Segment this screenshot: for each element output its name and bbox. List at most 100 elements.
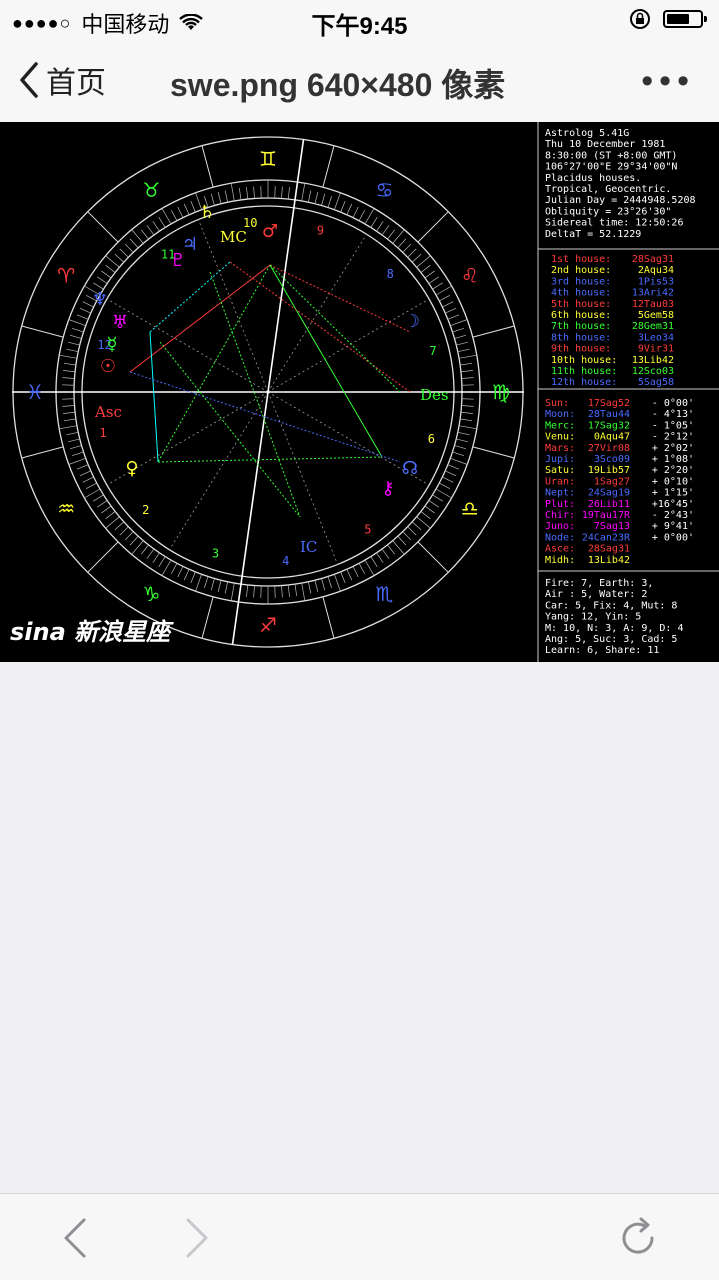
aspect-line xyxy=(157,456,383,463)
house-label: 11th house: xyxy=(551,366,617,377)
degree-tick xyxy=(158,556,166,567)
house-number: 7 xyxy=(429,344,436,358)
degree-tick xyxy=(456,341,468,346)
degree-tick xyxy=(63,418,76,422)
chevron-left-icon xyxy=(64,1218,86,1258)
planet-position: 13Lib42 xyxy=(588,555,630,566)
house-number: 1 xyxy=(99,426,106,440)
watermark: sina 新浪星座 xyxy=(10,618,174,646)
planet-aspect: + 1°08' xyxy=(652,454,694,465)
reload-button[interactable] xyxy=(614,1214,662,1262)
back-button[interactable]: 首页 xyxy=(18,58,106,102)
degree-tick xyxy=(246,187,249,200)
chevron-left-icon xyxy=(20,62,38,98)
planet-position: 26Lib11 xyxy=(588,499,630,510)
browser-back-button[interactable] xyxy=(52,1214,100,1262)
degree-tick xyxy=(402,531,412,541)
degree-tick xyxy=(76,464,89,470)
degree-tick xyxy=(84,488,101,499)
degree-tick xyxy=(146,225,155,236)
house-label: 3rd house: xyxy=(551,276,611,287)
degree-tick xyxy=(140,229,149,240)
degree-tick xyxy=(69,334,82,339)
degree-tick xyxy=(461,377,474,379)
info-line: Julian Day = 2444948.5208 xyxy=(545,195,696,206)
degree-tick xyxy=(416,516,431,529)
house-value: 12Sco03 xyxy=(632,366,674,377)
degree-tick xyxy=(321,578,326,591)
degree-tick xyxy=(352,566,359,578)
degree-tick xyxy=(314,580,319,592)
degree-tick xyxy=(439,294,451,302)
house-cusp xyxy=(267,234,367,393)
browser-forward-button[interactable] xyxy=(172,1214,220,1262)
degree-tick xyxy=(161,559,172,576)
astrology-chart-image[interactable]: 1 2 3 4 5 6 7 8 9 10 11 12 Asc Des MC IC ♈ ♉ ♊ ♋ ♌ ♍ ♎ ♏ ♐ ♑ ♒ ♓ ☉ ☿ ♅… xyxy=(0,122,719,662)
degree-tick xyxy=(352,206,359,218)
house-value: 9Vir31 xyxy=(638,344,674,355)
degree-tick xyxy=(432,494,443,502)
planet-label: Nept: xyxy=(545,488,575,499)
info-line: DeltaT = 52.1229 xyxy=(545,229,641,240)
house-label: 7th house: xyxy=(551,321,611,332)
degree-tick xyxy=(407,248,417,258)
planet-glyph-icon: ☊ xyxy=(402,458,418,479)
planet-aspect: - 1°05' xyxy=(652,420,694,431)
degree-tick xyxy=(411,521,422,531)
degree-tick xyxy=(281,186,283,199)
planet-glyph-icon: ♅ xyxy=(112,312,128,333)
planet-position: 19Tau17R xyxy=(582,510,631,521)
summary-line: Learn: 6, Share: 11 xyxy=(545,645,659,656)
house-label: 5th house: xyxy=(551,299,611,310)
sign-divider xyxy=(417,211,449,243)
more-options-button[interactable]: ••• xyxy=(641,62,695,101)
house-value: 28Sag31 xyxy=(632,254,674,265)
degree-tick xyxy=(170,209,178,221)
degree-tick xyxy=(416,255,431,268)
degree-tick xyxy=(460,411,473,414)
aspect-line xyxy=(159,341,301,518)
house-value: 12Tau03 xyxy=(632,299,674,310)
summary-line: Yang: 12, Yin: 5 xyxy=(545,612,641,623)
zodiac-sign-icon: ♏ xyxy=(376,582,394,606)
degree-tick xyxy=(407,526,417,536)
info-line: Placidus houses. xyxy=(545,173,641,184)
planet-aspect: + 0°10' xyxy=(652,476,694,487)
degree-tick xyxy=(424,270,435,279)
house-number: 8 xyxy=(387,267,394,281)
zodiac-sign-icon: ♉ xyxy=(143,178,161,202)
degree-tick xyxy=(63,362,76,366)
battery-fill xyxy=(667,14,689,24)
degree-tick xyxy=(129,238,139,249)
house-label: 10th house: xyxy=(551,355,617,366)
aspect-line xyxy=(269,264,401,393)
zodiac-sign-icon: ♑ xyxy=(143,582,161,606)
degree-tick xyxy=(287,584,290,597)
degree-tick xyxy=(119,526,129,536)
degree-tick xyxy=(358,563,366,575)
planet-label: Node: xyxy=(545,532,575,543)
navigation-bar: 首页 swe.png 640×480 像素 ••• xyxy=(0,40,719,123)
degree-tick xyxy=(457,348,470,353)
degree-tick xyxy=(370,556,378,567)
degree-tick xyxy=(454,445,467,450)
degree-tick xyxy=(124,531,134,541)
planet-label: Sun: xyxy=(545,398,569,409)
planet-position: 24Can23R xyxy=(582,532,631,543)
degree-tick xyxy=(68,341,80,346)
sign-divider xyxy=(417,541,449,573)
degree-tick xyxy=(307,190,312,203)
house-number: 5 xyxy=(364,523,371,537)
zodiac-sign-icon: ♈ xyxy=(57,264,75,288)
degree-tick xyxy=(246,584,249,597)
info-line: 106°27'00"E 29°34'00"N xyxy=(545,162,677,173)
planet-position: 0Aqu47 xyxy=(594,432,630,443)
degree-tick xyxy=(450,458,468,465)
degree-tick xyxy=(442,301,454,308)
degree-tick xyxy=(457,431,470,436)
degree-tick xyxy=(456,438,468,443)
degree-tick xyxy=(97,500,108,508)
sign-divider xyxy=(201,145,214,188)
planet-aspect: + 1°15' xyxy=(652,488,694,499)
info-line: 8:30:00 (ST +8:00 GMT) xyxy=(545,150,677,161)
